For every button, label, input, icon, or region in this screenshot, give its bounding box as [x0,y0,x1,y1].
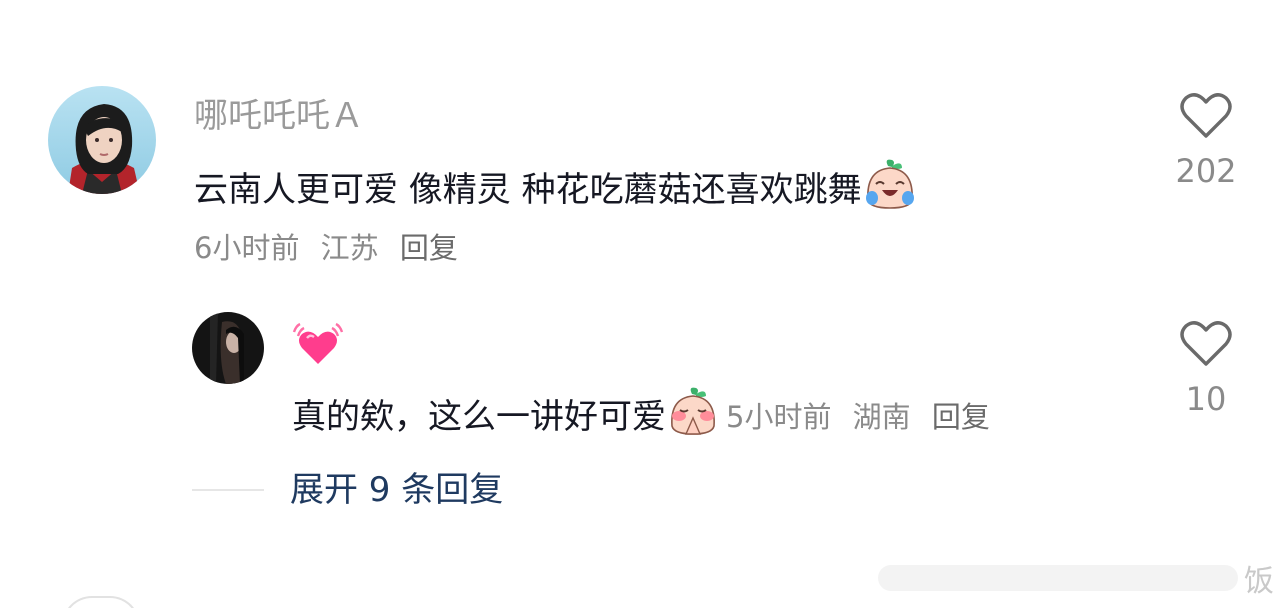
comment-like-button[interactable]: 202 [1168,92,1244,190]
reply-meta: 5小时前 湖南 回复 [726,395,1002,439]
beating-heart-icon [292,318,344,377]
reply-time: 5小时前 [726,399,832,434]
comment-meta: 6小时前 江苏 回复 [194,230,470,266]
reply-reply-button[interactable]: 回复 [932,400,990,434]
shy-praying-sticker-icon [666,386,720,447]
reply-like-button[interactable]: 10 [1168,320,1244,418]
comment-avatar[interactable] [48,86,156,194]
reply-username-row[interactable]: 💓 [292,318,344,377]
heart-icon[interactable] [1180,320,1232,368]
reply-text: 真的欸，这么一讲好可爱 [292,396,666,437]
reply-like-count: 10 [1185,380,1227,418]
expand-replies-row[interactable]: 展开 9 条回复 [192,468,503,512]
watermark: 饭 [878,556,1274,600]
comment-thread: 哪吒吒吒Ａ 云南人更可爱 像精灵 种花吃蘑菇还喜欢跳舞 6小时前 江苏 回复 2… [0,0,1284,608]
expand-replies-button[interactable]: 展开 9 条回复 [290,468,503,512]
comment-time: 6小时前 [194,231,300,265]
divider-line [192,489,264,491]
next-comment-avatar [62,596,140,608]
watermark-text: 饭 [1244,564,1274,599]
comment-like-count: 202 [1175,152,1237,190]
comment-text-row: 云南人更可爱 像精灵 种花吃蘑菇还喜欢跳舞 [194,158,918,221]
comment-reply-button[interactable]: 回复 [400,231,458,265]
crying-laughing-sticker-icon [862,158,918,221]
comment-username[interactable]: 哪吒吒吒Ａ [194,96,364,136]
reply-avatar[interactable] [192,312,264,384]
comment-text: 云南人更可爱 像精灵 种花吃蘑菇还喜欢跳舞 [194,169,862,210]
reply-location: 湖南 [852,399,911,434]
comment-location: 江苏 [320,231,379,265]
watermark-bar [878,565,1238,591]
reply-text-row: 真的欸，这么一讲好可爱 5小时前 湖南 回复 [292,386,1002,447]
heart-icon[interactable] [1180,92,1232,140]
